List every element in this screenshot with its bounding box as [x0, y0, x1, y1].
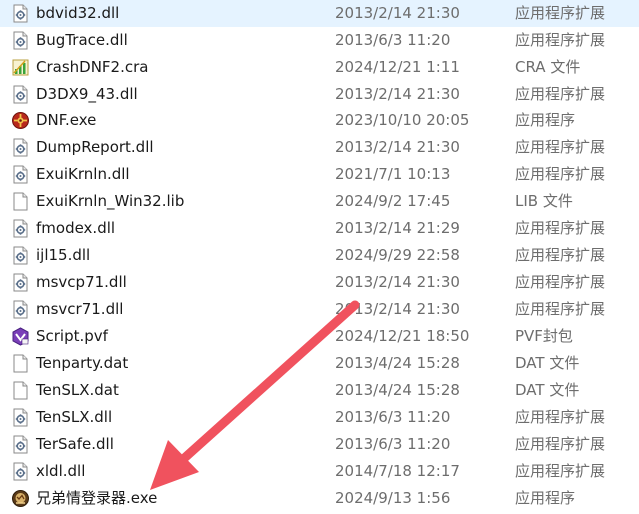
file-date-modified: 2024/9/2 17:45	[335, 192, 451, 210]
file-row[interactable]: TerSafe.dll 2013/6/3 11:20 应用程序扩展	[0, 431, 639, 458]
file-type: 应用程序扩展	[515, 4, 606, 22]
dll-icon	[11, 138, 30, 157]
file-name[interactable]: TenSLX.dll	[36, 408, 112, 427]
file-date-modified: 2013/2/14 21:30	[335, 300, 460, 318]
file-name[interactable]: Script.pvf	[36, 327, 108, 346]
file-name[interactable]: bdvid32.dll	[36, 4, 119, 23]
dll-icon	[11, 4, 30, 23]
file-type: 应用程序扩展	[515, 462, 606, 480]
file-row[interactable]: msvcp71.dll 2013/2/14 21:30 应用程序扩展	[0, 269, 639, 296]
file-type: 应用程序	[515, 489, 576, 507]
file-type: 应用程序扩展	[515, 85, 606, 103]
file-type: 应用程序扩展	[515, 219, 606, 237]
file-type: 应用程序扩展	[515, 273, 606, 291]
file-date-modified: 2024/9/29 22:58	[335, 246, 460, 264]
cra-file-icon	[11, 58, 30, 77]
file-date-modified: 2013/2/14 21:30	[335, 4, 460, 22]
file-name[interactable]: TenSLX.dat	[36, 381, 119, 400]
file-name[interactable]: fmodex.dll	[36, 219, 115, 238]
file-name[interactable]: Tenparty.dat	[36, 354, 128, 373]
file-row[interactable]: xldl.dll 2014/7/18 12:17 应用程序扩展	[0, 458, 639, 485]
blank-file-icon	[11, 354, 30, 373]
file-date-modified: 2021/7/1 10:13	[335, 165, 451, 183]
file-row[interactable]: BugTrace.dll 2013/6/3 11:20 应用程序扩展	[0, 27, 639, 54]
file-type: LIB 文件	[515, 192, 573, 210]
dll-icon	[11, 31, 30, 50]
dll-icon	[11, 219, 30, 238]
file-row[interactable]: msvcr71.dll 2013/2/14 21:30 应用程序扩展	[0, 296, 639, 323]
dll-icon	[11, 300, 30, 319]
file-name[interactable]: ExuiKrnln_Win32.lib	[36, 192, 184, 211]
file-type: 应用程序扩展	[515, 408, 606, 426]
file-date-modified: 2013/6/3 11:20	[335, 31, 451, 49]
file-name[interactable]: CrashDNF2.cra	[36, 58, 148, 77]
dll-icon	[11, 273, 30, 292]
file-type: DAT 文件	[515, 381, 580, 399]
file-type: CRA 文件	[515, 58, 581, 76]
file-name[interactable]: ExuiKrnln.dll	[36, 165, 130, 184]
blank-file-icon	[11, 192, 30, 211]
file-row[interactable]: ijl15.dll 2024/9/29 22:58 应用程序扩展	[0, 242, 639, 269]
file-name[interactable]: D3DX9_43.dll	[36, 85, 138, 104]
blank-file-icon	[11, 381, 30, 400]
file-name[interactable]: TerSafe.dll	[36, 435, 114, 454]
file-row[interactable]: ExuiKrnln_Win32.lib 2024/9/2 17:45 LIB 文件	[0, 188, 639, 215]
file-type: 应用程序扩展	[515, 300, 606, 318]
file-name[interactable]: 兄弟情登录器.exe	[36, 489, 157, 508]
file-row[interactable]: TenSLX.dll 2013/6/3 11:20 应用程序扩展	[0, 404, 639, 431]
file-date-modified: 2024/9/13 1:56	[335, 489, 451, 507]
file-name[interactable]: msvcr71.dll	[36, 300, 123, 319]
file-type: 应用程序扩展	[515, 246, 606, 264]
file-type: 应用程序扩展	[515, 435, 606, 453]
file-date-modified: 2014/7/18 12:17	[335, 462, 460, 480]
file-date-modified: 2013/6/3 11:20	[335, 408, 451, 426]
dll-icon	[11, 165, 30, 184]
file-type: 应用程序扩展	[515, 165, 606, 183]
file-date-modified: 2023/10/10 20:05	[335, 111, 470, 129]
file-name[interactable]: DumpReport.dll	[36, 138, 154, 157]
file-date-modified: 2013/2/14 21:30	[335, 273, 460, 291]
file-row[interactable]: ExuiKrnln.dll 2021/7/1 10:13 应用程序扩展	[0, 161, 639, 188]
file-date-modified: 2013/2/14 21:29	[335, 219, 460, 237]
file-date-modified: 2024/12/21 1:11	[335, 58, 460, 76]
file-row[interactable]: 兄弟情登录器.exe 2024/9/13 1:56 应用程序	[0, 485, 639, 512]
file-type: 应用程序	[515, 111, 576, 129]
file-type: 应用程序扩展	[515, 138, 606, 156]
file-row[interactable]: fmodex.dll 2013/2/14 21:29 应用程序扩展	[0, 215, 639, 242]
file-date-modified: 2013/2/14 21:30	[335, 85, 460, 103]
dll-icon	[11, 85, 30, 104]
dll-icon	[11, 408, 30, 427]
file-date-modified: 2013/2/14 21:30	[335, 138, 460, 156]
dnf-app-icon	[11, 111, 30, 130]
file-name[interactable]: ijl15.dll	[36, 246, 90, 265]
file-row[interactable]: DNF.exe 2023/10/10 20:05 应用程序	[0, 107, 639, 134]
file-date-modified: 2013/6/3 11:20	[335, 435, 451, 453]
file-row[interactable]: D3DX9_43.dll 2013/2/14 21:30 应用程序扩展	[0, 81, 639, 108]
file-date-modified: 2013/4/24 15:28	[335, 381, 460, 399]
file-name[interactable]: BugTrace.dll	[36, 31, 128, 50]
dll-icon	[11, 435, 30, 454]
dll-icon	[11, 246, 30, 265]
file-name[interactable]: msvcp71.dll	[36, 273, 127, 292]
file-date-modified: 2024/12/21 18:50	[335, 327, 470, 345]
file-name[interactable]: DNF.exe	[36, 111, 96, 130]
file-row[interactable]: bdvid32.dll 2013/2/14 21:30 应用程序扩展	[0, 0, 639, 27]
pvf-icon	[11, 327, 30, 346]
file-row[interactable]: Script.pvf 2024/12/21 18:50 PVF封包	[0, 323, 639, 350]
dll-icon	[11, 462, 30, 481]
file-row[interactable]: TenSLX.dat 2013/4/24 15:28 DAT 文件	[0, 377, 639, 404]
file-row[interactable]: DumpReport.dll 2013/2/14 21:30 应用程序扩展	[0, 134, 639, 161]
launcher-app-icon	[11, 489, 30, 508]
file-type: DAT 文件	[515, 354, 580, 372]
file-type: PVF封包	[515, 327, 573, 345]
file-date-modified: 2013/4/24 15:28	[335, 354, 460, 372]
file-name[interactable]: xldl.dll	[36, 462, 85, 481]
file-row[interactable]: CrashDNF2.cra 2024/12/21 1:11 CRA 文件	[0, 54, 639, 81]
file-row[interactable]: Tenparty.dat 2013/4/24 15:28 DAT 文件	[0, 350, 639, 377]
file-type: 应用程序扩展	[515, 31, 606, 49]
